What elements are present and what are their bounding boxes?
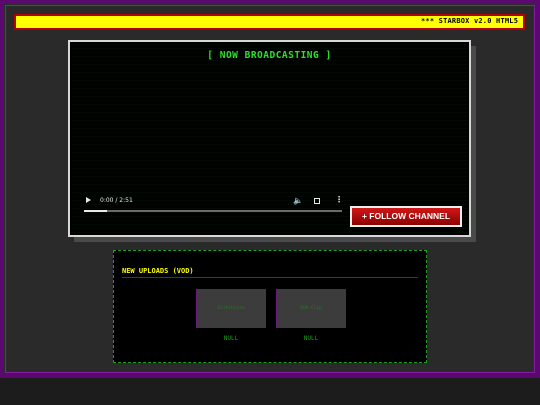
vod-label: NULL xyxy=(223,335,239,342)
vod-panel: NEW UPLOADS (VOD) Glitchcore NULL VOD Cl… xyxy=(113,250,427,363)
follow-channel-button[interactable]: + FOLLOW CHANNEL xyxy=(350,206,462,227)
volume-icon[interactable]: 🔈 xyxy=(293,196,303,205)
time-display: 0:00 / 2:51 xyxy=(100,197,133,204)
vod-item[interactable]: VOD Clip NULL xyxy=(276,289,346,342)
vod-item[interactable]: Glitchcore NULL xyxy=(196,289,266,342)
vod-label: NULL xyxy=(303,335,319,342)
ticker-text: *** STARBOX v2.0 HTML5 - LOAD xyxy=(421,17,523,25)
more-options-icon[interactable]: ⋮ xyxy=(335,195,343,204)
vod-heading: NEW UPLOADS (VOD) xyxy=(122,267,418,278)
fullscreen-icon[interactable] xyxy=(314,198,320,204)
progress-fill xyxy=(84,210,108,212)
play-icon[interactable] xyxy=(86,197,91,203)
broadcast-status: [ NOW BROADCASTING ] xyxy=(207,50,332,61)
marquee-ticker: *** STARBOX v2.0 HTML5 - LOAD xyxy=(14,14,525,30)
vod-thumbnail[interactable]: Glitchcore xyxy=(196,289,266,328)
progress-bar[interactable] xyxy=(84,210,342,212)
vod-thumbnail[interactable]: VOD Clip xyxy=(276,289,346,328)
